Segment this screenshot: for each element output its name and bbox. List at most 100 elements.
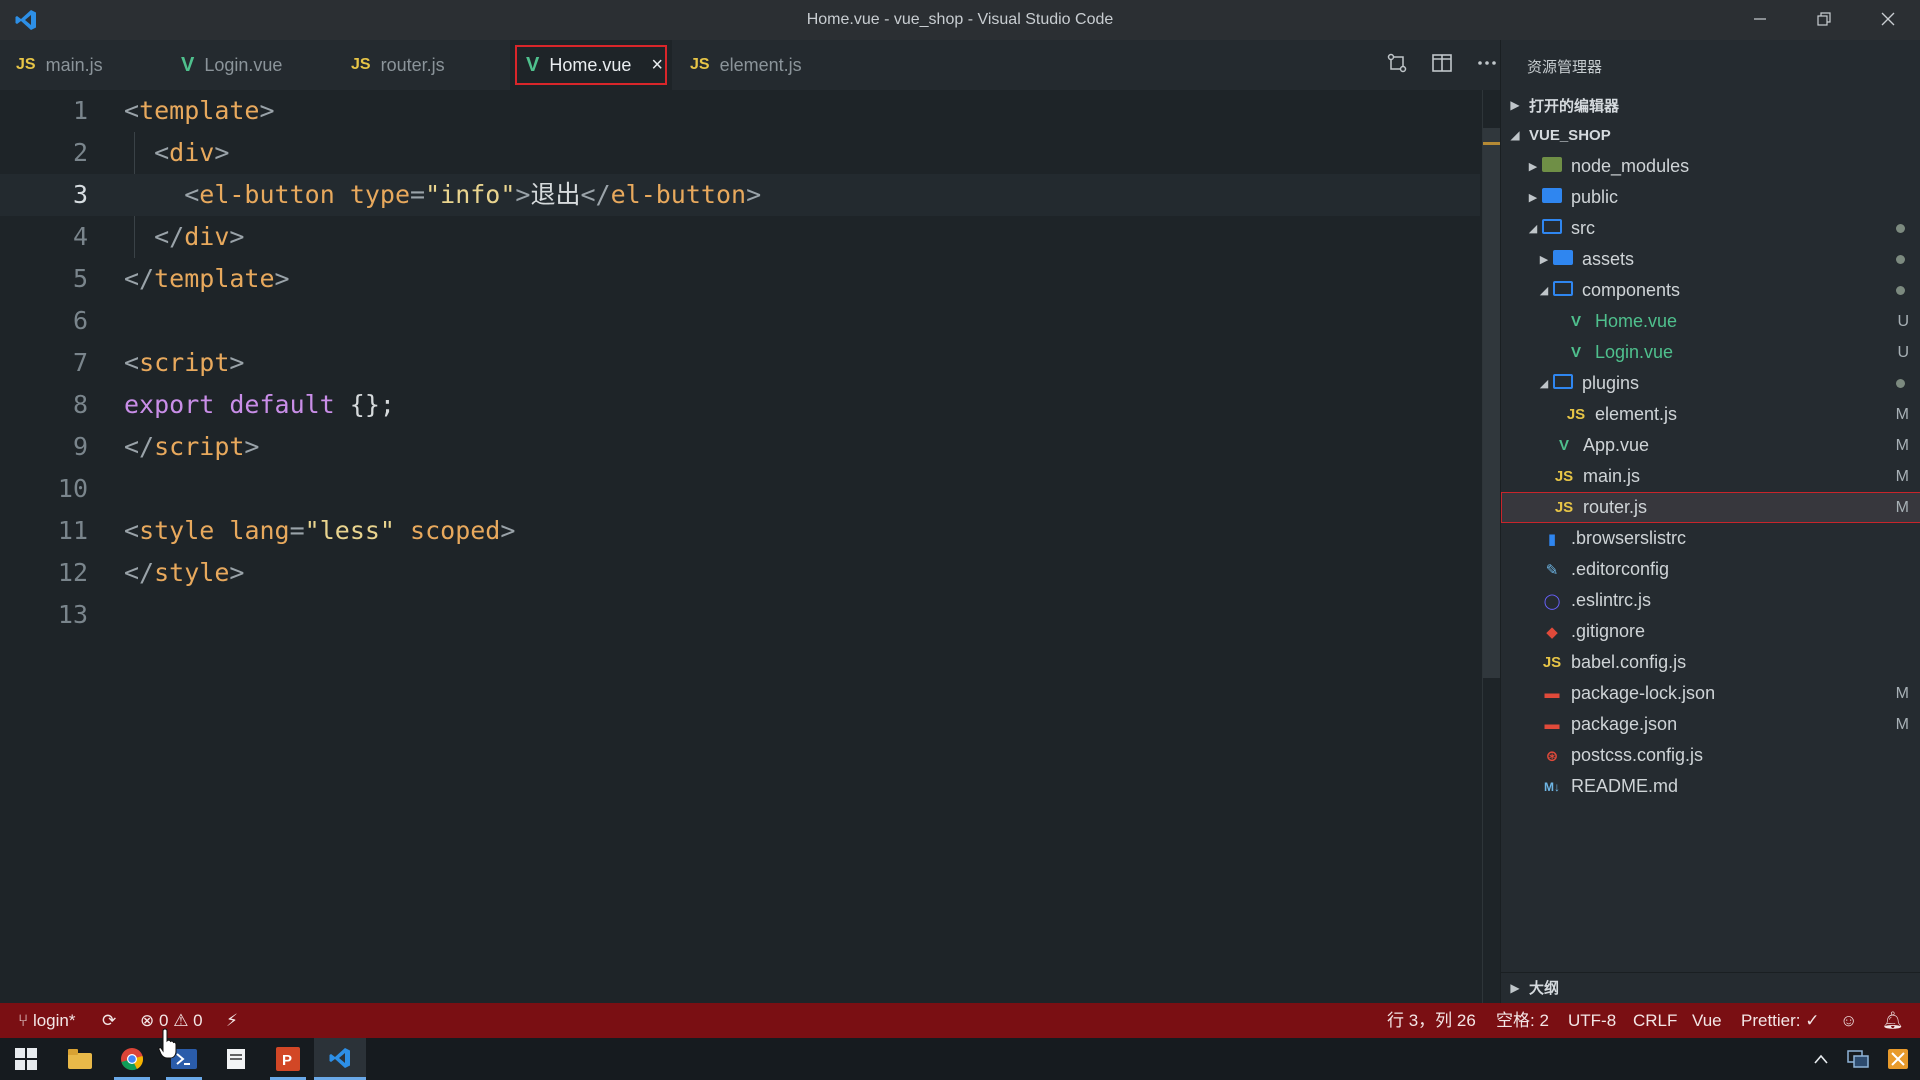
feedback-smiley-icon[interactable]: ☺ [1840, 1003, 1857, 1038]
vue-file-icon: V [1570, 313, 1581, 330]
title-bar: Home.vue - vue_shop - Visual Studio Code [0, 0, 1920, 40]
git-branch-item[interactable]: ⑂ login* [18, 1003, 75, 1038]
window-title: Home.vue - vue_shop - Visual Studio Code [806, 11, 1114, 28]
sync-icon[interactable]: ⟳ [102, 1003, 116, 1038]
line-code: <el-button type="info">退出</el-button> [184, 180, 762, 209]
tab-home-vue[interactable]: V Home.vue × [510, 40, 672, 90]
project-section[interactable]: ◢ VUE_SHOP [1501, 120, 1920, 150]
chevron-up-icon[interactable] [1804, 1038, 1838, 1080]
tree-item-package-lock[interactable]: ▬ package-lock.json M [1501, 678, 1920, 709]
git-status-badge: M [1895, 684, 1909, 702]
line-number: 1 [72, 96, 88, 125]
tree-item-src[interactable]: ◢ src [1501, 213, 1920, 244]
open-editors-section[interactable]: ▶ 打开的编辑器 [1501, 90, 1920, 120]
tree-item-label: public [1571, 187, 1619, 207]
tree-item-public[interactable]: ▶ public [1501, 182, 1920, 213]
modified-dot-icon [1896, 379, 1905, 388]
language-mode-item[interactable]: Vue [1692, 1003, 1722, 1038]
tree-item-readme[interactable]: M↓ README.md [1501, 771, 1920, 802]
minimize-button[interactable] [1728, 0, 1792, 40]
chevron-down-icon: ◢ [1539, 285, 1549, 297]
tree-item-label: babel.config.js [1571, 652, 1687, 672]
cursor-position[interactable]: 行 3，列 26 [1387, 1003, 1476, 1038]
warning-count: 0 [193, 1011, 203, 1030]
code-editor[interactable]: 1 <template> 2 <div> 3 <el-button type="… [0, 90, 1500, 1003]
chevron-right-icon: ▶ [1510, 980, 1520, 995]
vue-file-icon: V [1558, 437, 1569, 454]
vscode-taskbar-icon[interactable] [314, 1038, 366, 1080]
windows-start-icon[interactable] [0, 1038, 52, 1080]
split-editor-icon[interactable] [1429, 52, 1455, 78]
code-line: 1 <template> [0, 90, 1480, 132]
line-code: <style lang="less" scoped> [124, 516, 516, 545]
tree-item-element-js[interactable]: JS element.js M [1501, 399, 1920, 430]
js-file-icon: JS [1542, 654, 1562, 671]
npm-icon: ▬ [1544, 716, 1560, 733]
tree-item-eslintrc[interactable]: ◯ .eslintrc.js [1501, 585, 1920, 616]
tree-item-main-js[interactable]: JS main.js M [1501, 461, 1920, 492]
git-status-badge: U [1897, 312, 1909, 330]
chrome-icon[interactable] [106, 1038, 158, 1080]
network-icon[interactable] [1840, 1038, 1876, 1080]
tree-item-assets[interactable]: ▶ assets [1501, 244, 1920, 275]
outline-section[interactable]: ▶ 大纲 [1501, 972, 1920, 1002]
tree-item-label: postcss.config.js [1571, 745, 1704, 765]
open-changes-icon[interactable] [1384, 52, 1410, 78]
line-number: 12 [57, 558, 88, 587]
file-icon: ▮ [1547, 530, 1557, 548]
code-line: 4 </div> [0, 216, 1480, 258]
tree-item-label: plugins [1582, 373, 1640, 393]
close-window-button[interactable] [1856, 0, 1920, 40]
folder-open-icon [1541, 219, 1563, 238]
tree-item-postcss-config[interactable]: ⊛ postcss.config.js [1501, 740, 1920, 771]
section-label: 大纲 [1529, 980, 1560, 997]
tree-item-label: README.md [1571, 776, 1679, 796]
tray-app-icon[interactable] [1878, 1038, 1918, 1080]
folder-icon [1552, 250, 1574, 269]
tree-item-babel-config[interactable]: JS babel.config.js [1501, 647, 1920, 678]
tree-item-plugins[interactable]: ◢ plugins [1501, 368, 1920, 399]
tab-login-vue[interactable]: V Login.vue [165, 40, 335, 90]
chevron-right-icon: ▶ [1539, 254, 1549, 266]
restore-button[interactable] [1792, 0, 1856, 40]
tree-item-label: Home.vue [1595, 311, 1678, 331]
markdown-icon: M↓ [1544, 779, 1560, 794]
explorer-sidebar: 资源管理器 ▶ 打开的编辑器 ◢ VUE_SHOP ▶ node_modules… [1500, 40, 1920, 1003]
folder-open-icon [1552, 374, 1574, 393]
tree-item-home-vue[interactable]: V Home.vue U [1501, 306, 1920, 337]
notepad-icon[interactable] [210, 1038, 262, 1080]
code-line-current: 3 <el-button type="info">退出</el-button> [0, 174, 1480, 216]
powerpoint-icon[interactable]: P [262, 1038, 314, 1080]
tree-item-router-js[interactable]: JS router.js M [1501, 492, 1920, 523]
svg-text:P: P [282, 1052, 292, 1069]
tree-item-node-modules[interactable]: ▶ node_modules [1501, 151, 1920, 182]
file-explorer-icon[interactable] [54, 1038, 106, 1080]
line-number: 13 [57, 600, 88, 629]
eol-item[interactable]: CRLF [1633, 1003, 1677, 1038]
code-line: 11 <style lang="less" scoped> [0, 510, 1480, 552]
tab-main-js[interactable]: JS main.js [0, 40, 165, 90]
encoding-item[interactable]: UTF-8 [1568, 1003, 1616, 1038]
tree-item-editorconfig[interactable]: ✎ .editorconfig [1501, 554, 1920, 585]
tab-router-js[interactable]: JS router.js [335, 40, 510, 90]
error-icon: ⊗ [140, 1011, 155, 1030]
indentation-item[interactable]: 空格: 2 [1496, 1003, 1549, 1038]
line-code: </style> [124, 558, 245, 587]
more-actions-icon[interactable] [1474, 52, 1500, 78]
editor-scrollbar-thumb[interactable] [1483, 128, 1500, 678]
git-status-badge: M [1895, 467, 1909, 485]
tree-item-app-vue[interactable]: V App.vue M [1501, 430, 1920, 461]
notification-bell-icon[interactable]: 🔔︎ [1882, 1003, 1904, 1038]
tree-item-components[interactable]: ◢ components [1501, 275, 1920, 306]
tree-item-gitignore[interactable]: ◆ .gitignore [1501, 616, 1920, 647]
chevron-down-icon: ◢ [1528, 223, 1538, 235]
prettier-item[interactable]: Prettier: ✓ [1741, 1003, 1819, 1038]
tree-item-login-vue[interactable]: V Login.vue U [1501, 337, 1920, 368]
line-code: </script> [124, 432, 260, 461]
vue-file-icon: V [181, 53, 195, 76]
tab-element-js[interactable]: JS element.js [674, 40, 844, 90]
lightning-icon[interactable]: ⚡ [226, 1003, 238, 1038]
tree-item-package-json[interactable]: ▬ package.json M [1501, 709, 1920, 740]
tree-item-browserslistrc[interactable]: ▮ .browserslistrc [1501, 523, 1920, 554]
close-tab-icon[interactable]: × [651, 54, 663, 77]
